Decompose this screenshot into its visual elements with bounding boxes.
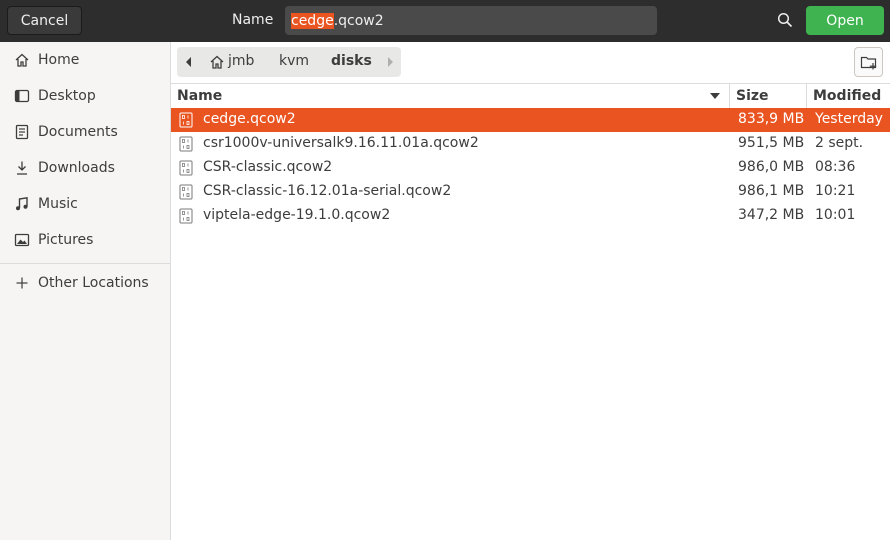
file-name: viptela-edge-19.1.0.qcow2 (203, 207, 391, 223)
filename-rest-text: .qcow2 (333, 12, 384, 29)
crumb-disks[interactable]: disks (331, 53, 372, 69)
column-header-name[interactable]: Name (177, 88, 222, 104)
sidebar-item-label: Other Locations (38, 275, 149, 291)
file-size: 986,0 MB (738, 159, 805, 175)
file-modified: 08:36 (815, 159, 856, 175)
pictures-icon (14, 232, 30, 248)
sidebar-item-downloads[interactable]: Downloads (0, 150, 170, 186)
chevron-left-icon (186, 57, 191, 67)
sidebar: Home Desktop Documents Downloads Music P… (0, 42, 171, 540)
file-row[interactable]: viptela-edge-19.1.0.qcow2 347,2 MB 10:01 (171, 204, 890, 228)
crumb-kvm[interactable]: kvm (279, 53, 309, 69)
sidebar-item-documents[interactable]: Documents (0, 114, 170, 150)
file-row[interactable]: cedge.qcow2 833,9 MB Yesterday (171, 108, 890, 132)
documents-icon (14, 124, 30, 140)
plus-icon (14, 275, 30, 291)
file-row[interactable]: CSR-classic.qcow2 986,0 MB 08:36 (171, 156, 890, 180)
file-row[interactable]: CSR-classic-16.12.01a-serial.qcow2 986,1 … (171, 180, 890, 204)
new-folder-icon (860, 56, 876, 70)
path-back-button[interactable] (182, 55, 196, 69)
chevron-right-icon (388, 57, 393, 67)
binary-file-icon (179, 184, 193, 200)
file-modified: Yesterday (815, 111, 883, 127)
column-header-row: Name Size Modified (171, 84, 890, 108)
home-icon (14, 52, 30, 68)
binary-file-icon (179, 160, 193, 176)
path-bar: jmb kvm disks (177, 47, 401, 77)
file-row[interactable]: csr1000v-universalk9.16.11.01a.qcow2 951,… (171, 132, 890, 156)
new-folder-button[interactable] (854, 47, 883, 77)
column-header-modified[interactable]: Modified (813, 88, 881, 104)
file-name: csr1000v-universalk9.16.11.01a.qcow2 (203, 135, 479, 151)
filename-input[interactable]: cedge .qcow2 (285, 6, 657, 35)
column-divider (729, 84, 730, 108)
sidebar-separator (0, 263, 170, 264)
binary-file-icon (179, 208, 193, 224)
home-icon (210, 55, 224, 69)
file-name: CSR-classic.qcow2 (203, 159, 333, 175)
downloads-icon (14, 160, 30, 176)
open-button[interactable]: Open (806, 6, 884, 35)
sidebar-item-label: Desktop (38, 88, 96, 104)
sidebar-item-music[interactable]: Music (0, 186, 170, 222)
filename-selected-text: cedge (291, 12, 334, 29)
music-icon (14, 196, 30, 212)
header-bar: Cancel Name cedge .qcow2 Open (0, 0, 890, 42)
file-name: CSR-classic-16.12.01a-serial.qcow2 (203, 183, 452, 199)
sidebar-item-label: Downloads (38, 160, 115, 176)
file-size: 951,5 MB (738, 135, 805, 151)
sidebar-item-label: Music (38, 196, 78, 212)
desktop-icon (14, 88, 30, 104)
search-icon (777, 12, 793, 28)
file-modified: 10:01 (815, 207, 856, 223)
column-header-size[interactable]: Size (736, 88, 769, 104)
sidebar-item-desktop[interactable]: Desktop (0, 78, 170, 114)
sidebar-item-label: Home (38, 52, 80, 68)
sidebar-item-other-locations[interactable]: Other Locations (0, 265, 170, 301)
cancel-button[interactable]: Cancel (7, 6, 82, 35)
binary-file-icon (179, 112, 193, 128)
sidebar-item-home[interactable]: Home (0, 42, 170, 78)
search-button[interactable] (773, 8, 797, 32)
file-modified: 2 sept. (815, 135, 864, 151)
sidebar-item-pictures[interactable]: Pictures (0, 222, 170, 258)
path-forward-button[interactable] (383, 55, 397, 69)
file-size: 347,2 MB (738, 207, 805, 223)
sort-descending-icon[interactable] (710, 92, 720, 100)
file-name: cedge.qcow2 (203, 111, 296, 127)
column-divider (806, 84, 807, 108)
file-size: 986,1 MB (738, 183, 805, 199)
file-modified: 10:21 (815, 183, 856, 199)
crumb-jmb[interactable]: jmb (228, 53, 254, 69)
file-size: 833,9 MB (738, 111, 805, 127)
sidebar-item-label: Documents (38, 124, 118, 140)
name-label: Name (232, 12, 274, 28)
sidebar-item-label: Pictures (38, 232, 94, 248)
binary-file-icon (179, 136, 193, 152)
